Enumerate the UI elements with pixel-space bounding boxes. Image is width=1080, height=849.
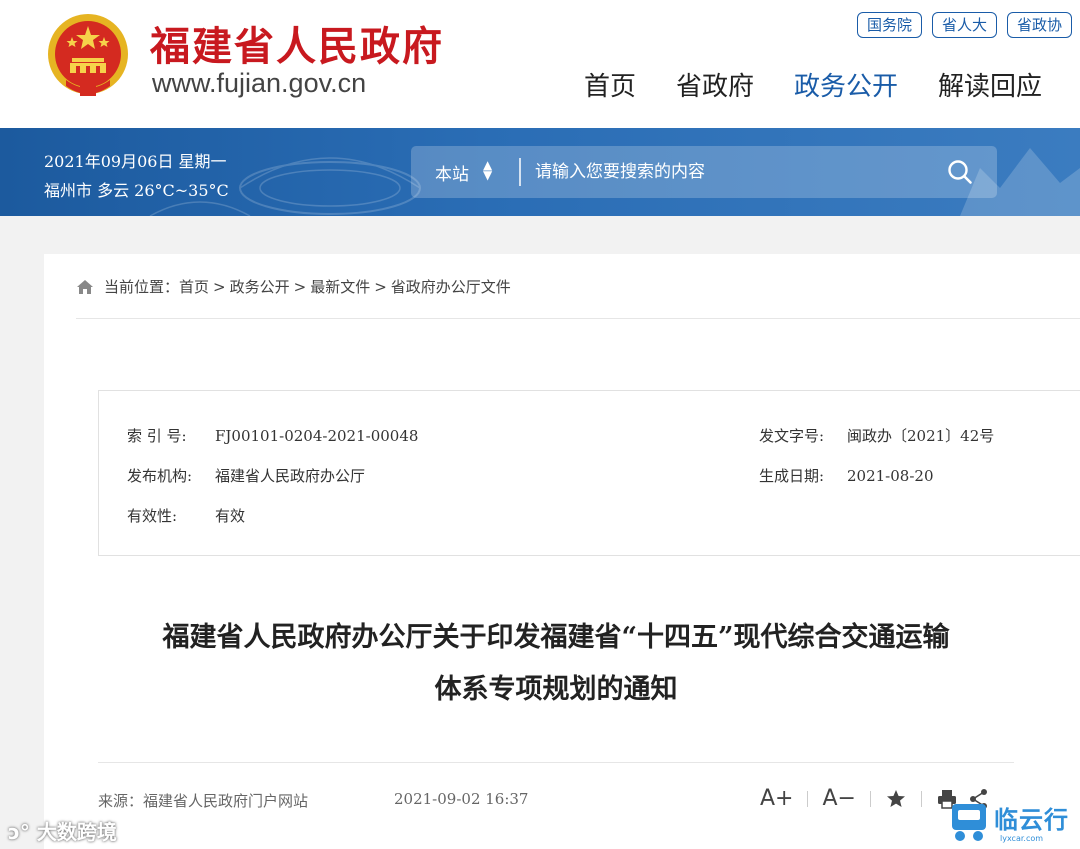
watermark-left-text: 大数跨境 <box>36 820 117 844</box>
site-name: 福建省人民政府 <box>150 23 444 70</box>
meta-validity-value: 有效 <box>215 507 246 525</box>
breadcrumb-separator: > <box>213 277 226 296</box>
font-increase-button[interactable]: A+ <box>760 786 793 811</box>
meta-index-row: 索 引 号: FJ00101-0204-2021-00048 <box>127 425 418 446</box>
search-divider <box>519 158 521 186</box>
meta-created-value: 2021-08-20 <box>847 467 934 485</box>
breadcrumb-item-latest-documents[interactable]: 最新文件 <box>310 276 370 297</box>
meta-doc-number-label: 发文字号: <box>759 427 825 445</box>
main-nav: 首页 省政府 政务公开 解读回应 <box>584 66 1042 103</box>
top-link-state-council[interactable]: 国务院 <box>856 12 922 38</box>
watermark-right-text: 临云行 <box>994 806 1069 834</box>
site-header: 福建省人民政府 www.fujian.gov.cn 国务院 省人大 省政协 首页… <box>0 0 1080 128</box>
breadcrumb-item-government-affairs[interactable]: 政务公开 <box>230 276 290 297</box>
top-links: 国务院 省人大 省政协 <box>856 12 1072 38</box>
article-info-divider <box>98 762 1014 763</box>
favorite-star-icon[interactable] <box>885 788 907 810</box>
article-publish-time: 2021-09-02 16:37 <box>394 790 529 808</box>
tool-separator <box>869 790 871 807</box>
nav-item-home[interactable]: 首页 <box>584 66 636 103</box>
breadcrumb: 当前位置： 首页 > 政务公开 > 最新文件 > 省政府办公厅文件 <box>76 276 511 297</box>
nav-item-provincial-government[interactable]: 省政府 <box>676 66 754 103</box>
top-link-provincial-cppcc[interactable]: 省政协 <box>1006 12 1072 38</box>
updown-arrows-icon[interactable]: ▲ ▼ <box>483 159 492 181</box>
national-emblem-icon <box>48 14 128 96</box>
document-metadata-box: 索 引 号: FJ00101-0204-2021-00048 发文字号: 闽政办〔2… <box>98 390 1080 556</box>
search-input[interactable] <box>535 158 915 186</box>
article-title-line1: 福建省人民政府办公厅关于印发福建省“十四五”现代综合交通运输 <box>162 622 950 653</box>
current-date: 2021年09月06日 星期一 <box>44 152 227 171</box>
watermark-right-subtext: lyxcar.com <box>1000 834 1044 843</box>
meta-doc-number-row: 发文字号: 闽政办〔2021〕42号 <box>759 425 994 446</box>
search-box: 本站 ▲ ▼ <box>411 146 997 198</box>
meta-issuer-value: 福建省人民政府办公厅 <box>215 467 366 485</box>
breadcrumb-item-office-documents[interactable]: 省政府办公厅文件 <box>391 276 511 297</box>
meta-doc-number-value: 闽政办〔2021〕42号 <box>847 427 995 445</box>
meta-validity-row: 有效性: 有效 <box>127 505 245 526</box>
search-scope-select[interactable]: 本站 <box>435 160 469 185</box>
tool-separator <box>807 790 809 807</box>
meta-issuer-row: 发布机构: 福建省人民政府办公厅 <box>127 465 365 486</box>
meta-validity-label: 有效性: <box>127 507 178 525</box>
font-decrease-button[interactable]: A− <box>822 786 855 811</box>
article-title: 福建省人民政府办公厅关于印发福建省“十四五”现代综合交通运输 体系专项规划的通知 <box>44 612 1068 716</box>
meta-index-value: FJ00101-0204-2021-00048 <box>215 427 419 445</box>
breadcrumb-divider <box>76 318 1080 319</box>
breadcrumb-item-home[interactable]: 首页 <box>179 276 209 297</box>
meta-created-label: 生成日期: <box>759 467 825 485</box>
breadcrumb-separator: > <box>374 277 387 296</box>
home-icon <box>77 279 93 294</box>
article-title-line2: 体系专项规划的通知 <box>434 674 678 705</box>
search-icon[interactable] <box>947 159 973 185</box>
breadcrumb-separator: > <box>293 277 307 296</box>
weather-info: 福州市 多云 26°C~35°C <box>44 181 229 200</box>
meta-issuer-label: 发布机构: <box>127 467 193 485</box>
site-url: www.fujian.gov.cn <box>152 68 367 98</box>
article-source: 来源：福建省人民政府门户网站 <box>98 792 309 810</box>
watermark-left: ↄ° 大数跨境 <box>8 816 117 845</box>
breadcrumb-prefix: 当前位置： <box>104 278 180 296</box>
meta-created-row: 生成日期: 2021-08-20 <box>759 465 933 486</box>
watermark-logo-icon: ↄ° <box>8 820 30 844</box>
tool-separator <box>920 790 922 807</box>
top-link-provincial-congress[interactable]: 省人大 <box>931 12 997 38</box>
nav-item-government-affairs[interactable]: 政务公开 <box>794 66 898 103</box>
content-card: 当前位置： 首页 > 政务公开 > 最新文件 > 省政府办公厅文件 索 引 号:… <box>44 254 1080 849</box>
meta-index-label: 索 引 号: <box>127 427 187 445</box>
nav-item-interpretation[interactable]: 解读回应 <box>938 66 1042 103</box>
